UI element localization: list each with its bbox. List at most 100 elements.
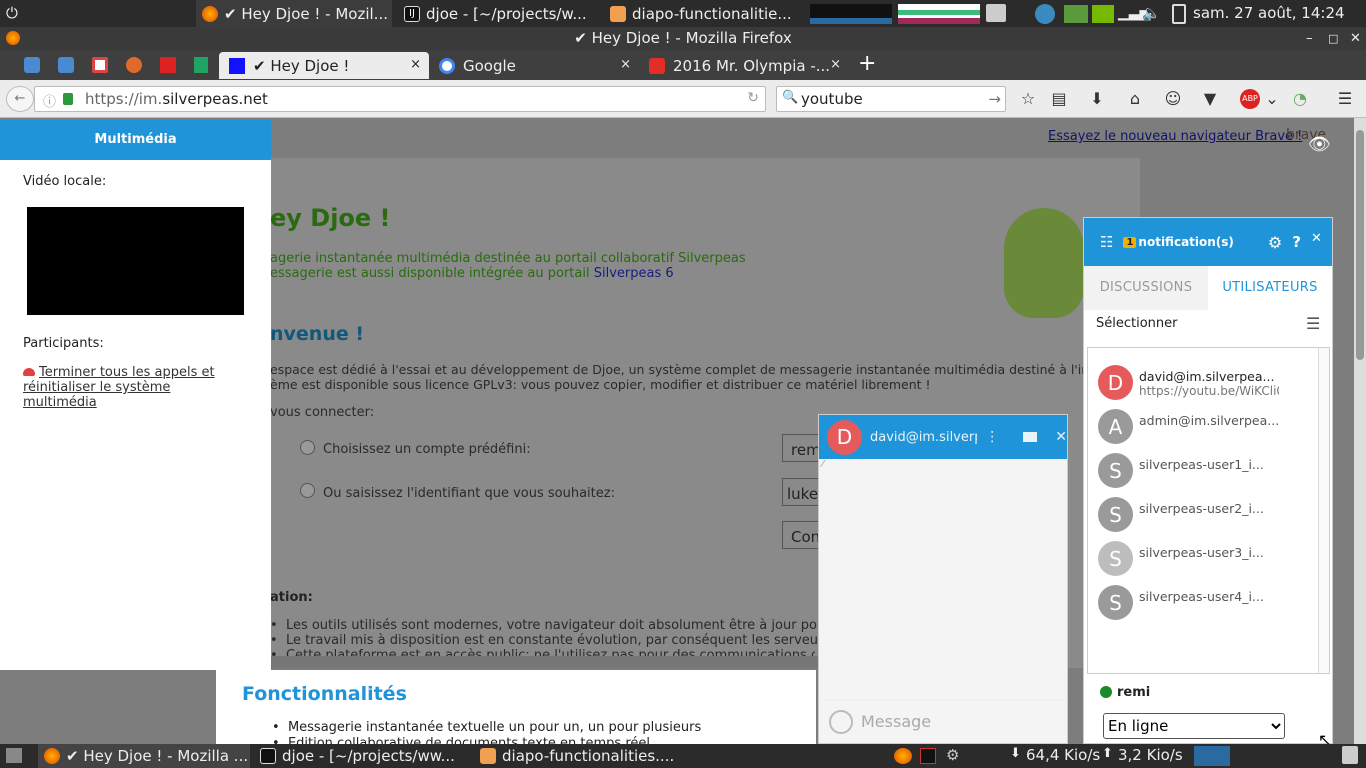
end-calls-link[interactable]: Terminer tous les appels et réinitialise… <box>23 365 243 410</box>
page-scrollbar[interactable] <box>1354 118 1366 744</box>
user-name: silverpeas-user1_i... <box>1139 457 1264 472</box>
tab-mr-olympia[interactable]: 2016 Mr. Olympia -... × <box>639 52 849 79</box>
bottom-task-document[interactable]: diapo-functionalities.... <box>476 744 686 768</box>
close-tab-icon[interactable]: × <box>410 57 421 72</box>
online-indicator-icon <box>1100 686 1112 698</box>
search-go-icon[interactable]: → <box>988 90 1001 108</box>
custom-id-radio[interactable] <box>300 483 315 498</box>
close-panel-icon[interactable]: ✕ <box>1311 231 1322 246</box>
chat-contact-name[interactable]: david@im.silverpe... <box>870 430 977 445</box>
url-bar[interactable]: ⓘ https://im. silverpeas.net ↻ <box>34 86 766 112</box>
home-icon[interactable]: ⌂ <box>1125 89 1145 109</box>
firefox-launcher-icon[interactable] <box>894 748 912 764</box>
list-item[interactable]: S silverpeas-user2_i... <box>1098 497 1264 532</box>
notification-label[interactable]: notification(s) <box>1138 235 1234 249</box>
nvidia-icon[interactable] <box>1092 5 1114 23</box>
bottom-task-intellij[interactable]: djoe - [~/projects/ww... <box>256 744 470 768</box>
intellij-icon: IJ <box>404 5 420 22</box>
pinned-tab-sheets-icon[interactable] <box>194 57 208 73</box>
help-icon[interactable]: ? <box>1292 233 1301 251</box>
custom-id-input[interactable]: luke <box>782 478 822 506</box>
multimedia-panel: Multimédia Vidéo locale: Participants: T… <box>0 120 271 670</box>
download-arrow-icon: ⬇ <box>1010 746 1021 761</box>
search-input[interactable]: 🔍 youtube → <box>776 86 1006 112</box>
extension-icon[interactable]: ◔ <box>1290 89 1310 109</box>
tab-discussions[interactable]: DISCUSSIONS <box>1084 266 1208 310</box>
account-select[interactable]: rem <box>782 434 822 462</box>
active-window-indicator[interactable] <box>1194 746 1230 766</box>
drive-icon[interactable] <box>986 4 1006 22</box>
account-radio[interactable] <box>300 440 315 455</box>
pinned-tab-mail-icon[interactable] <box>24 57 40 73</box>
close-tab-icon[interactable]: × <box>620 57 631 72</box>
reading-list-icon[interactable]: ▤ <box>1049 89 1069 109</box>
task-label: djoe - [~/projects/ww... <box>282 747 455 765</box>
avatar: D <box>827 419 862 455</box>
settings-launcher-icon[interactable]: ⚙ <box>946 746 959 764</box>
tab-google[interactable]: Google × <box>429 52 639 79</box>
close-window-icon[interactable]: ✕ <box>1350 27 1361 50</box>
bookmark-star-icon[interactable]: ☆ <box>1018 89 1038 109</box>
download-icon[interactable]: ⬇ <box>1087 89 1107 109</box>
maximize-icon[interactable]: □ <box>1328 27 1338 50</box>
close-chat-icon[interactable]: ✕ <box>1055 429 1067 445</box>
adblock-icon[interactable]: ABP <box>1240 89 1260 109</box>
taskbar-item-firefox[interactable]: ✔ Hey Djoe ! - Mozil... <box>196 0 392 27</box>
pocket-icon[interactable]: ▼ <box>1200 89 1220 109</box>
list-item[interactable]: S silverpeas-user1_i... <box>1098 453 1264 488</box>
info-icon[interactable]: ⓘ <box>43 91 56 110</box>
menu-icon[interactable]: ☰ <box>1335 89 1355 109</box>
firefox-icon <box>6 31 20 45</box>
shutter-icon[interactable] <box>1035 4 1055 24</box>
list-item[interactable]: S silverpeas-user4_i... <box>1098 585 1264 620</box>
connect-button[interactable]: Con <box>782 521 822 549</box>
roster-icon[interactable]: ☷ <box>1100 233 1113 251</box>
pinned-tab-ask-icon[interactable] <box>126 57 142 73</box>
back-button[interactable]: ← <box>6 86 34 112</box>
list-item[interactable]: A admin@im.silverpea... <box>1098 409 1279 444</box>
settings-icon[interactable]: ⚙ <box>1268 233 1282 252</box>
minimize-icon[interactable]: – <box>1306 27 1313 50</box>
user-list-scrollbar[interactable] <box>1318 348 1329 673</box>
bottom-task-firefox[interactable]: ✔ Hey Djoe ! - Mozilla ... <box>38 744 250 768</box>
tab-users[interactable]: UTILISATEURS <box>1208 266 1332 310</box>
battery-icon[interactable] <box>1172 4 1186 24</box>
participants-label: Participants: <box>23 336 104 351</box>
presence-select[interactable]: En ligne <box>1103 713 1285 739</box>
hangup-icon <box>23 368 35 376</box>
emoji-picker-icon[interactable] <box>829 709 853 734</box>
show-desktop-icon[interactable] <box>6 748 22 763</box>
resize-handle-icon[interactable]: ⁄ <box>822 459 824 470</box>
tab-hey-djoe[interactable]: ✔ Hey Djoe ! × <box>219 52 429 79</box>
new-tab-button[interactable]: + <box>858 51 876 76</box>
intellij-launcher-icon[interactable] <box>920 748 936 764</box>
silverpeas-link[interactable]: Silverpeas 6 <box>594 266 674 281</box>
clock[interactable]: sam. 27 août, 14:24 <box>1193 4 1345 22</box>
intellij-icon <box>260 748 276 764</box>
trash-icon[interactable] <box>1342 746 1358 764</box>
list-menu-icon[interactable]: ☰ <box>1306 314 1320 333</box>
video-call-icon[interactable] <box>1023 432 1038 442</box>
more-vertical-icon[interactable]: ⋮ <box>985 429 999 445</box>
brave-banner-link[interactable]: Essayez le nouveau navigateur Brave ! <box>1048 129 1302 144</box>
user-name: admin@im.silverpea... <box>1139 413 1279 428</box>
reload-icon[interactable]: ↻ <box>747 90 759 106</box>
avatar: D <box>1098 365 1133 400</box>
taskbar-item-document[interactable]: diapo-functionalitie... <box>606 0 806 27</box>
horizontal-scrollbar[interactable] <box>271 656 818 668</box>
pinned-tab-rtl-icon[interactable] <box>160 57 176 73</box>
message-input[interactable]: Message <box>819 699 1067 743</box>
taskbar-item-intellij[interactable]: IJ djoe - [~/projects/w... <box>400 0 600 27</box>
list-item[interactable]: D david@im.silverpea... https://youtu.be/… <box>1098 365 1279 400</box>
pinned-tab-gmail-icon[interactable] <box>92 57 108 73</box>
pinned-tab-mail2-icon[interactable] <box>58 57 74 73</box>
emoji-icon[interactable]: ☺ <box>1163 89 1183 109</box>
volume-icon[interactable]: 🔈 <box>1142 4 1161 22</box>
close-tab-icon[interactable]: × <box>830 57 841 72</box>
list-item[interactable]: S silverpeas-user3_i... <box>1098 541 1264 576</box>
chevron-down-icon[interactable]: ⌄ <box>1262 89 1282 109</box>
select-label[interactable]: Sélectionner <box>1096 316 1178 331</box>
network-manager-icon[interactable] <box>1064 5 1088 23</box>
hide-eye-icon[interactable]: 👁 <box>1308 134 1331 155</box>
power-icon[interactable]: ⏻ <box>6 4 18 22</box>
